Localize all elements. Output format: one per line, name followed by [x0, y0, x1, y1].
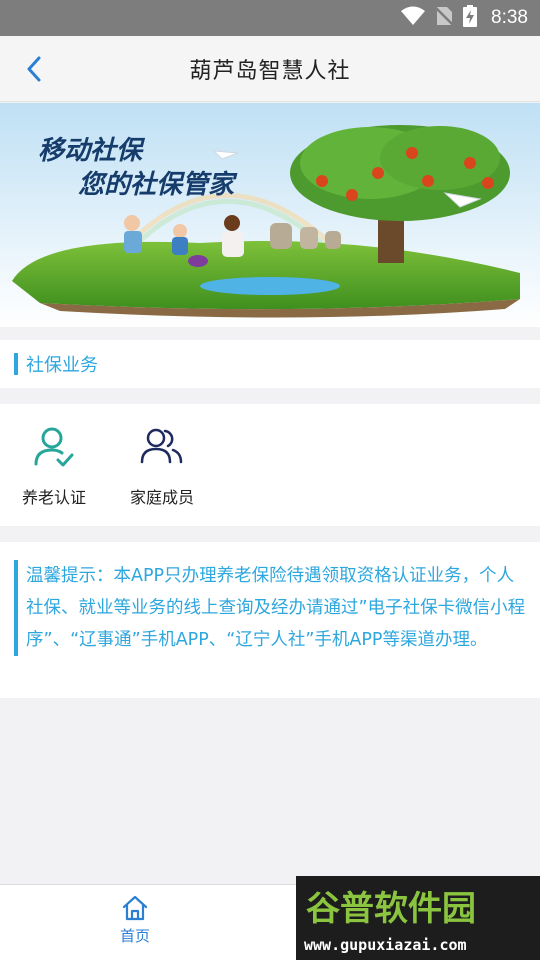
chevron-left-icon	[27, 56, 41, 82]
watermark-logo: 谷普软件园 www.gupuxiazai.com	[296, 876, 540, 960]
notice-text: 温馨提示：本APP只办理养老保险待遇领取资格认证业务，个人社保、就业等业务的线上…	[14, 560, 526, 656]
section-label: 社保业务	[26, 355, 98, 376]
home-icon	[122, 895, 148, 921]
tab-home-label: 首页	[119, 927, 150, 945]
tab-home[interactable]: 首页	[90, 895, 180, 955]
section-accent-bar	[14, 353, 18, 375]
no-sim-icon	[434, 6, 454, 30]
service-label: 家庭成员	[129, 488, 194, 507]
clock: 8:38	[491, 7, 528, 28]
status-bar: 8:38	[0, 0, 540, 36]
users-icon	[138, 422, 186, 470]
watermark-brand: 谷普软件园	[306, 889, 476, 929]
back-button[interactable]	[20, 54, 48, 84]
banner-image: 移动社保 您的社保管家	[0, 103, 540, 327]
service-label: 养老认证	[21, 488, 86, 507]
banner-slogan-line1: 移动社保	[38, 136, 146, 166]
services-grid: 养老认证 家庭成员	[0, 404, 540, 526]
service-pension-auth[interactable]: 养老认证	[4, 422, 104, 512]
page-title: 葫芦岛智慧人社	[189, 58, 351, 84]
app-header: 葫芦岛智慧人社	[0, 36, 540, 102]
banner-slogan-line2: 您的社保管家	[78, 170, 238, 200]
battery-charging-icon	[463, 5, 478, 31]
section-heading: 社保业务	[0, 340, 540, 388]
user-check-icon	[30, 422, 78, 470]
wifi-icon	[401, 6, 426, 30]
service-family-members[interactable]: 家庭成员	[112, 422, 212, 512]
watermark-url: www.gupuxiazai.com	[304, 936, 467, 954]
notice-panel: 温馨提示：本APP只办理养老保险待遇领取资格认证业务，个人社保、就业等业务的线上…	[0, 542, 540, 698]
